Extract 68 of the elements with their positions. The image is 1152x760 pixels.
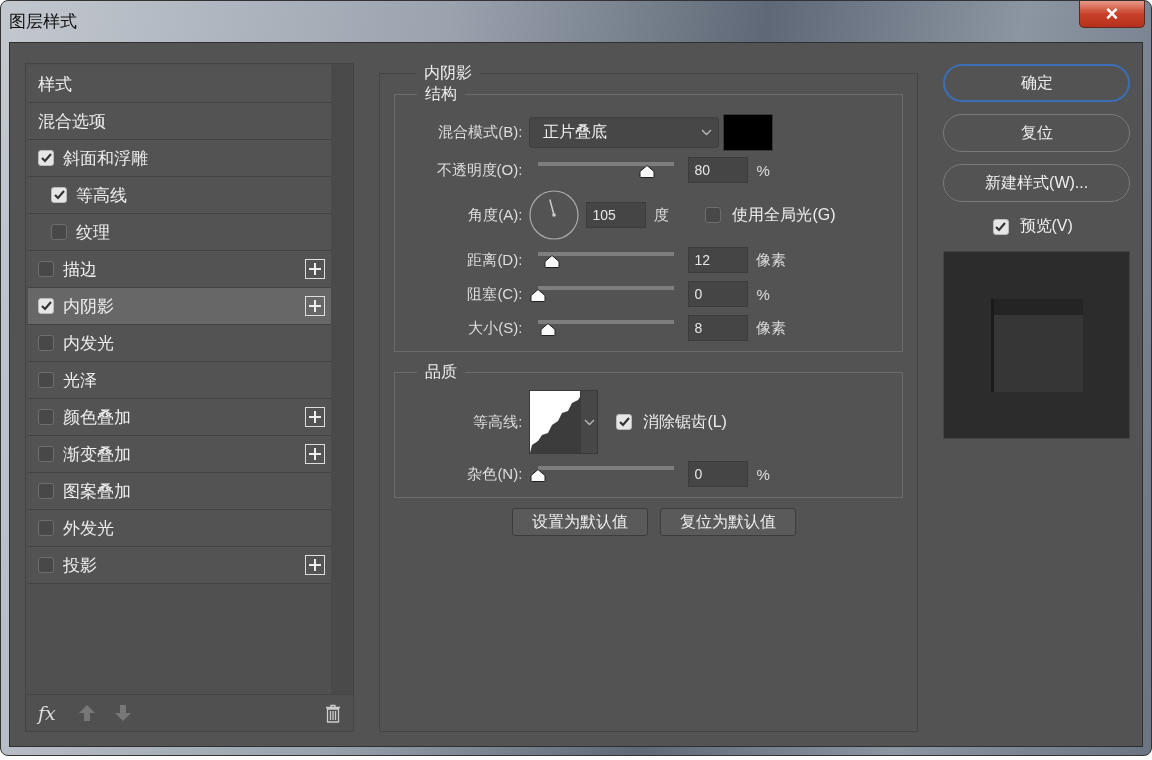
- angle-dial[interactable]: [529, 190, 580, 240]
- value-field[interactable]: 0: [688, 461, 749, 487]
- add-icon[interactable]: [305, 259, 326, 279]
- contour-thumbnail[interactable]: [530, 391, 581, 453]
- unit-label: 像素: [756, 318, 787, 338]
- field-label: 杂色(N):: [466, 464, 523, 484]
- checkbox[interactable]: [38, 261, 54, 277]
- field-label: 角度(A):: [467, 205, 523, 225]
- dialog-button[interactable]: 确定: [943, 64, 1130, 102]
- checkbox-label: 使用全局光(G): [732, 204, 836, 225]
- add-icon[interactable]: [305, 407, 326, 427]
- value-field[interactable]: 0: [688, 281, 749, 307]
- add-icon[interactable]: [305, 444, 326, 464]
- field-label: 不透明度(O):: [435, 160, 523, 180]
- unit-label: %: [756, 285, 770, 303]
- checkbox-label: 预览(V): [1019, 216, 1073, 236]
- slider-thumb[interactable]: [639, 165, 656, 178]
- checkbox[interactable]: [38, 335, 54, 351]
- field-label: 阻塞(C):: [466, 284, 523, 304]
- checkbox[interactable]: [38, 298, 54, 314]
- checkbox[interactable]: [38, 446, 54, 462]
- field-label: 等高线:: [472, 412, 523, 432]
- default-button[interactable]: 复位为默认值: [660, 508, 797, 536]
- unit-label: 像素: [756, 250, 787, 270]
- window-title: 图层样式: [9, 11, 77, 33]
- checkbox[interactable]: [38, 372, 54, 388]
- slider-thumb[interactable]: [530, 289, 547, 302]
- dialog-button[interactable]: 新建样式(W)...: [943, 164, 1130, 202]
- checkbox[interactable]: [51, 187, 67, 203]
- close-button[interactable]: ×: [1079, 1, 1145, 28]
- slider-thumb[interactable]: [530, 469, 547, 482]
- checkbox[interactable]: [38, 409, 54, 425]
- checkbox[interactable]: [38, 483, 54, 499]
- checkbox[interactable]: [51, 224, 67, 240]
- style-list-item[interactable]: 内阴影: [28, 288, 332, 325]
- blend-mode-dropdown[interactable]: 正片叠底: [529, 116, 720, 148]
- section-title: 内阴影: [423, 63, 474, 83]
- chevron-icon: [583, 418, 595, 426]
- field-label: 混合模式(B):: [437, 122, 523, 142]
- value-field[interactable]: 12: [688, 247, 749, 273]
- checkbox[interactable]: [992, 218, 1009, 235]
- fx-button[interactable]: fx: [38, 702, 60, 724]
- slider-thumb[interactable]: [543, 255, 560, 268]
- add-icon[interactable]: [305, 555, 326, 575]
- checkbox[interactable]: [38, 150, 54, 166]
- add-icon[interactable]: [305, 296, 326, 316]
- value-field[interactable]: 105: [586, 202, 647, 228]
- checkbox-label: 消除锯齿(L): [643, 411, 727, 432]
- group-title: 品质: [424, 362, 459, 382]
- value-field[interactable]: 80: [688, 157, 749, 183]
- unit-label: %: [756, 161, 770, 179]
- color-swatch[interactable]: [723, 113, 774, 151]
- scrollbar[interactable]: [331, 64, 354, 694]
- slider-thumb[interactable]: [539, 323, 556, 336]
- group-title: 结构: [424, 84, 459, 104]
- checkbox[interactable]: [705, 207, 722, 223]
- dialog-button[interactable]: 复位: [943, 114, 1130, 152]
- checkbox[interactable]: [38, 520, 54, 536]
- field-label: 距离(D):: [466, 250, 523, 270]
- chevron-icon: [701, 128, 713, 136]
- trash-icon[interactable]: [325, 703, 342, 723]
- unit-label: %: [756, 465, 770, 483]
- default-button[interactable]: 设置为默认值: [512, 508, 649, 536]
- checkbox[interactable]: [38, 557, 54, 573]
- checkbox[interactable]: [616, 414, 633, 430]
- unit-label: 度: [654, 205, 670, 225]
- value-field[interactable]: 8: [688, 315, 749, 341]
- field-label: 大小(S):: [467, 318, 523, 338]
